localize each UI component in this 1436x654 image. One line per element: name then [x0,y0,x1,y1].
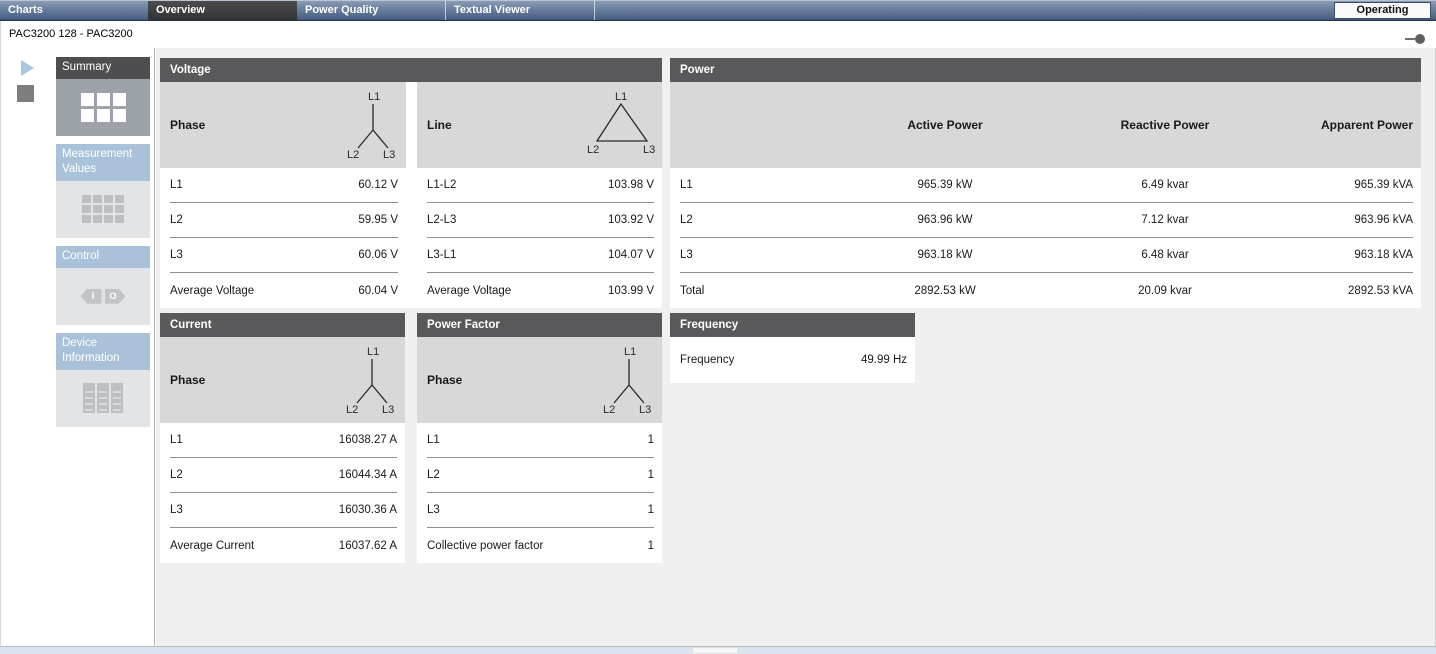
sidebar-item-label: Device Information [56,333,150,370]
main-area: Voltage Phase L1 L2 L3 [156,48,1436,646]
table-row: L1-L2 103.98 V [427,168,654,203]
line-header: Line [427,118,452,132]
phase-header: Phase [170,373,205,387]
table-row: L2 963.96 kW 7.12 kvar 963.96 kVA [680,203,1413,238]
sidebar-item-summary[interactable]: Summary [56,57,150,136]
wye-diagram-icon: L1 L2 L3 [595,344,657,414]
tab-charts[interactable]: Charts [0,1,149,20]
table-row: L2 16044.34 A [170,458,397,493]
wye-diagram-icon: L1 L2 L3 [338,344,400,414]
svg-text:L3: L3 [383,149,395,159]
table-row: Average Current 16037.62 A [170,528,397,563]
reactive-power-header: Reactive Power [1080,118,1250,132]
device-cabinet-icon [83,383,123,413]
tab-overview[interactable]: Overview [148,1,297,20]
phase-header: Phase [427,373,462,387]
summary-grid-icon [81,93,126,122]
table-row: Average Voltage 103.99 V [427,273,654,308]
sidebar-item-label: Measurement Values [56,144,150,181]
breadcrumb: PAC3200 128 - PAC3200 [9,28,133,40]
table-row: Collective power factor 1 [427,528,654,563]
wye-diagram-icon: L1 L2 L3 [339,89,401,159]
tab-bar: Charts Overview Power Quality Textual Vi… [0,0,1436,21]
table-row: L1 965.39 kW 6.49 kvar 965.39 kVA [680,168,1413,203]
table-row: L3-L1 104.07 V [427,238,654,273]
voltage-phase-column: Phase L1 L2 L3 L1 60.12 V [160,82,406,308]
current-panel: Current Phase L1 L2 L3 L1 16038.27 A L2 … [160,313,405,563]
svg-text:L3: L3 [639,404,651,414]
scrollbar-thumb[interactable] [692,647,738,654]
play-icon[interactable] [21,60,34,76]
table-row: L3 16030.36 A [170,493,397,528]
active-power-header: Active Power [810,118,1080,132]
operating-button[interactable]: Operating [1334,2,1431,19]
sidebar-nav: Summary Measurement Values Control [56,57,150,435]
sidebar-item-device-information[interactable]: Device Information [56,333,150,427]
table-row: L2-L3 103.92 V [427,203,654,238]
sidebar-item-label: Control [56,246,150,268]
tab-power-quality[interactable]: Power Quality [297,1,446,20]
svg-text:L1: L1 [367,346,379,358]
frequency-panel: Frequency Frequency 49.99 Hz [670,313,915,383]
sidebar-item-measurement-values[interactable]: Measurement Values [56,144,150,238]
breadcrumb-row: PAC3200 128 - PAC3200 [0,21,1436,48]
table-row: L1 1 [427,423,654,458]
table-row: Total 2892.53 kW 20.09 kvar 2892.53 kVA [680,273,1413,308]
svg-text:L2: L2 [346,404,358,414]
io-control-icon: I O [81,289,126,304]
voltage-panel-title: Voltage [160,58,662,82]
tab-textual-viewer[interactable]: Textual Viewer [446,1,595,20]
svg-text:L3: L3 [643,144,655,156]
horizontal-scrollbar[interactable] [0,646,1436,654]
power-factor-panel-title: Power Factor [417,313,662,337]
table-row: L1 16038.27 A [170,423,397,458]
voltage-panel: Voltage Phase L1 L2 L3 [160,58,662,308]
apparent-power-header: Apparent Power [1250,118,1413,132]
svg-text:L2: L2 [347,149,359,159]
svg-text:L1: L1 [624,346,636,358]
content-area: Summary Measurement Values Control [0,48,1436,646]
sidebar-item-label: Summary [56,57,150,79]
pin-icon[interactable] [1405,34,1425,44]
power-panel: Power Active Power Reactive Power Appare… [670,58,1421,308]
frequency-panel-title: Frequency [670,313,915,337]
table-row: L3 1 [427,493,654,528]
table-row: L3 60.06 V [170,238,398,273]
svg-text:L3: L3 [382,404,394,414]
svg-text:L1: L1 [368,91,380,103]
power-panel-title: Power [670,58,1421,82]
phase-header: Phase [170,118,205,132]
current-panel-title: Current [160,313,405,337]
power-column-headers: Active Power Reactive Power Apparent Pow… [670,82,1421,168]
stop-icon[interactable] [17,85,34,102]
table-row: L1 60.12 V [170,168,398,203]
voltage-line-column: Line L1 L2 L3 L1-L2 103.98 V L2-L3 [417,82,662,308]
measurement-table-icon [82,195,124,223]
svg-text:L1: L1 [615,91,627,103]
svg-text:L2: L2 [587,144,599,156]
table-row: Average Voltage 60.04 V [170,273,398,308]
table-row: Frequency 49.99 Hz [680,337,907,383]
table-row: L3 963.18 kW 6.48 kvar 963.18 kVA [680,238,1413,273]
svg-text:L2: L2 [603,404,615,414]
sidebar: Summary Measurement Values Control [0,48,155,646]
table-row: L2 1 [427,458,654,493]
sidebar-item-control[interactable]: Control I O [56,246,150,325]
table-row: L2 59.95 V [170,203,398,238]
delta-diagram-icon: L1 L2 L3 [585,89,657,159]
power-factor-panel: Power Factor Phase L1 L2 L3 L1 1 L2 1 [417,313,662,563]
